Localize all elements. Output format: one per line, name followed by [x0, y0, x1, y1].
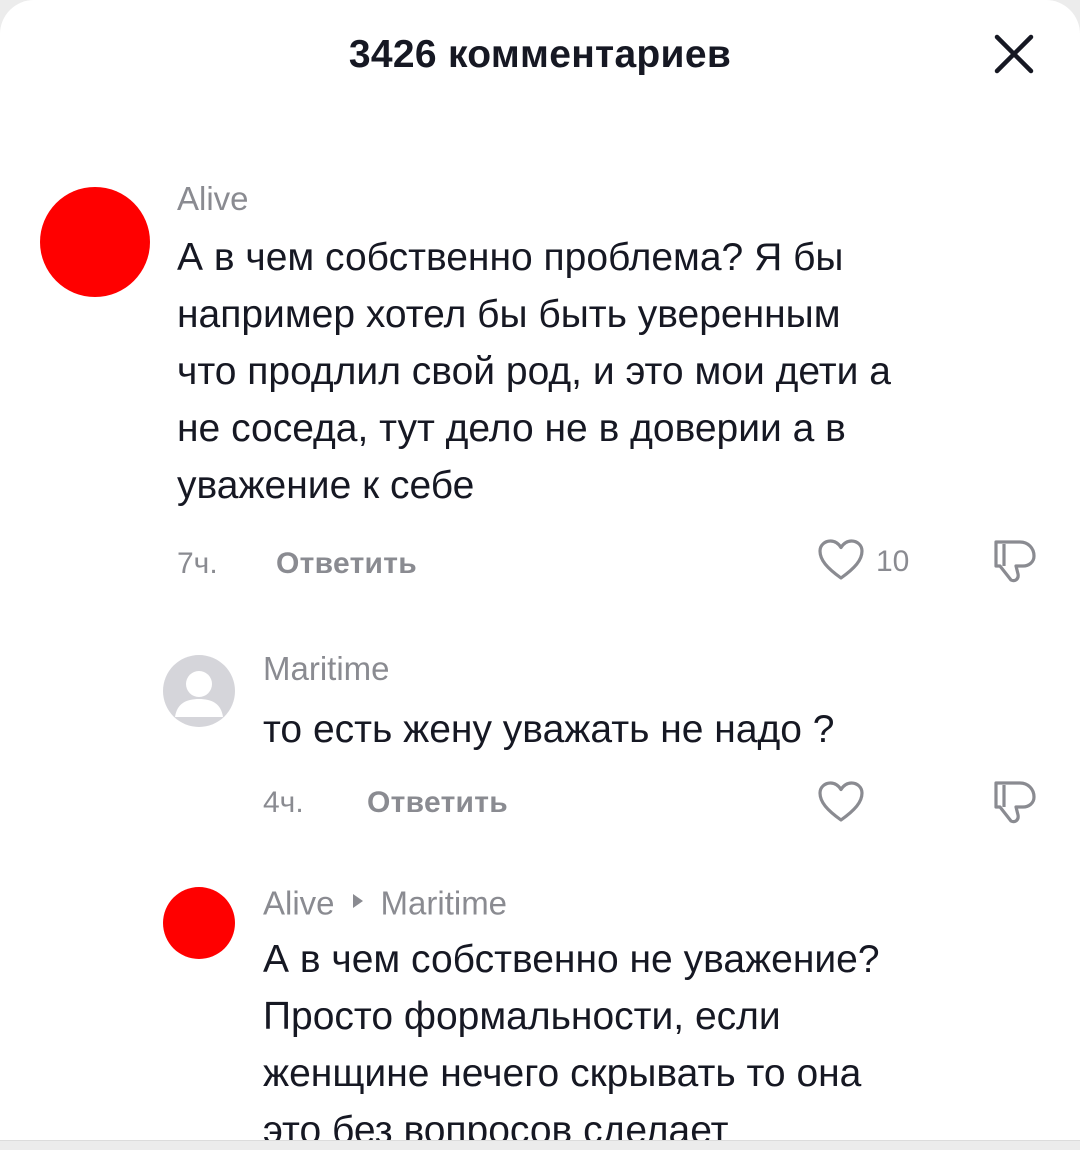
reply-arrow-icon — [352, 894, 363, 909]
dislike-button[interactable] — [990, 536, 1040, 591]
default-avatar-icon — [175, 671, 223, 717]
comment-username[interactable]: Alive — [177, 180, 249, 218]
close-button[interactable] — [990, 30, 1038, 78]
comment-timestamp: 4ч. — [263, 786, 304, 819]
heart-icon — [818, 781, 864, 822]
like-button[interactable] — [817, 538, 865, 587]
comments-sheet: 3426 комментариев Alive А в чем собствен… — [0, 0, 1080, 1140]
comment-text: А в чем собственно не уважение? Просто ф… — [263, 938, 880, 1140]
comment-text: то есть жену уважать не надо ? — [263, 708, 835, 751]
like-button[interactable] — [817, 780, 865, 829]
comment-text: А в чем собственно проблема? Я бы наприм… — [177, 236, 891, 507]
comment-timestamp: 7ч. — [177, 547, 218, 580]
avatar[interactable] — [163, 887, 235, 959]
reply-button[interactable]: Ответить — [367, 786, 508, 820]
like-count: 10 — [876, 545, 910, 578]
dislike-button[interactable] — [990, 777, 1040, 832]
thumbs-down-icon — [994, 781, 1036, 824]
sheet-bottom-divider — [0, 1140, 1080, 1141]
comment-username[interactable]: Alive — [263, 884, 335, 921]
close-icon — [994, 34, 1034, 74]
avatar[interactable] — [163, 655, 235, 727]
reply-to-username[interactable]: Maritime — [381, 884, 508, 921]
thumbs-down-icon — [994, 540, 1036, 583]
reply-thread-header: Alive Maritime — [263, 882, 507, 922]
heart-icon — [818, 539, 864, 580]
avatar[interactable] — [40, 187, 150, 297]
comments-count-title: 3426 комментариев — [348, 33, 732, 76]
reply-button[interactable]: Ответить — [276, 547, 417, 581]
comment-username[interactable]: Maritime — [263, 650, 390, 688]
comments-header: 3426 комментариев — [0, 0, 1080, 115]
